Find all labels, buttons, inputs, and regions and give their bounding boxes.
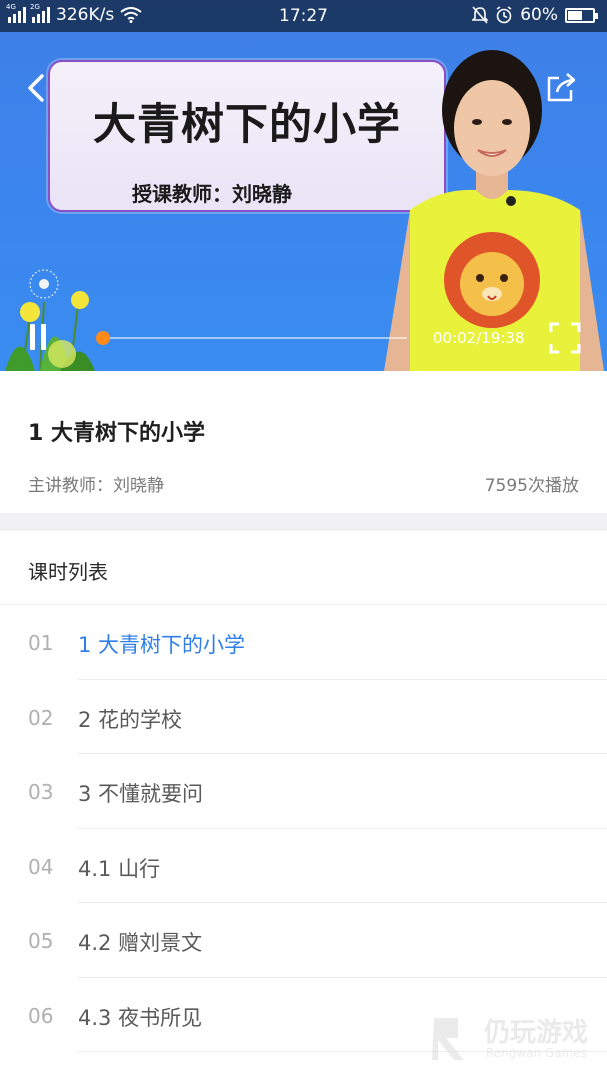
progress-slider[interactable] <box>95 331 407 345</box>
lesson-item-04[interactable]: 04 4.1 山行 <box>0 829 607 903</box>
play-count: 7595次播放 <box>484 476 579 496</box>
lesson-list-title: 课时列表 <box>28 560 108 584</box>
lesson-list: 01 1 大青树下的小学 02 2 花的学校 03 3 不懂就要问 04 4.1… <box>0 605 607 1052</box>
watermark-logo: 仍玩游戏 Rengwan Games <box>428 1010 607 1070</box>
fullscreen-icon[interactable] <box>549 322 581 354</box>
lesson-item-05[interactable]: 05 4.2 赠刘景文 <box>0 903 607 978</box>
lesson-item-02[interactable]: 02 2 花的学校 <box>0 680 607 754</box>
lesson-number: 02 <box>28 705 54 730</box>
lesson-name: 3 不懂就要问 <box>78 782 204 806</box>
lesson-number: 01 <box>28 631 54 655</box>
watermark-text: 仍玩游戏 <box>484 1018 589 1048</box>
progress-thumb[interactable] <box>95 331 110 345</box>
lesson-list-header: 课时列表 <box>0 531 607 605</box>
lesson-name: 4.3 夜书所见 <box>78 1005 203 1030</box>
video-player[interactable]: 大青树下的小学 授课教师：刘晓静 4G 2G 326K/s 17:27 60% … <box>0 0 607 371</box>
lesson-item-01[interactable]: 01 1 大青树下的小学 <box>0 605 607 680</box>
dandelion-illustration <box>5 269 95 371</box>
lesson-name: 4.2 赠刘景文 <box>78 931 203 955</box>
lesson-title: 1 大青树下的小学 <box>28 421 205 446</box>
pause-icon[interactable] <box>26 322 50 352</box>
watermark-icon <box>432 1018 464 1060</box>
status-bar-right: 60% <box>472 5 598 25</box>
mute-bell-icon <box>472 6 489 24</box>
battery-percent: 60% <box>520 5 558 25</box>
lesson-name: 4.1 山行 <box>78 856 161 881</box>
lesson-item-03[interactable]: 03 3 不懂就要问 <box>0 754 607 829</box>
section-divider <box>0 513 607 531</box>
chevron-left-icon[interactable] <box>20 70 52 106</box>
lesson-name: 1 大青树下的小学 <box>78 633 246 657</box>
battery-icon <box>565 7 598 23</box>
share-icon[interactable] <box>543 70 579 106</box>
video-title-card-teacher: 授课教师：刘晓静 <box>132 182 292 206</box>
watermark-subtext: Rengwan Games <box>486 1046 587 1060</box>
lesson-name: 2 花的学校 <box>78 707 183 732</box>
lesson-number: 05 <box>28 929 54 953</box>
alarm-clock-icon <box>496 6 512 24</box>
status-bar: 4G 2G 326K/s 17:27 60% <box>0 0 607 32</box>
battery-level-fill <box>568 10 582 20</box>
lesson-info: 1 大青树下的小学 主讲教师：刘晓静 7595次播放 <box>0 371 607 513</box>
lesson-number: 06 <box>28 1003 54 1028</box>
time-readout: 00:02/19:38 <box>433 329 525 347</box>
lesson-number: 03 <box>28 780 54 804</box>
lesson-teacher: 主讲教师：刘晓静 <box>28 476 164 496</box>
lesson-number: 04 <box>28 854 54 879</box>
